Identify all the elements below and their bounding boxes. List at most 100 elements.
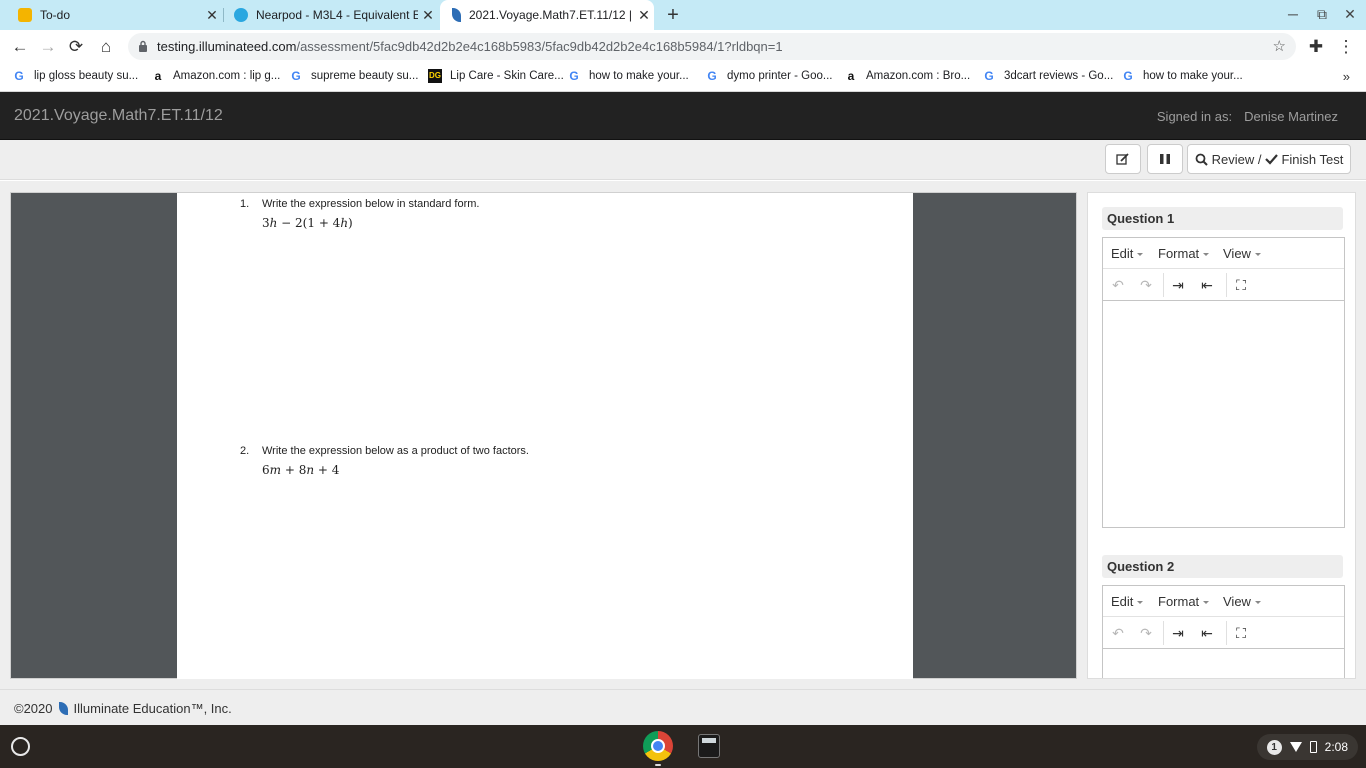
test-toolbar: Review / Finish Test xyxy=(0,140,1366,180)
todo-icon xyxy=(18,8,32,22)
outdent-icon[interactable]: ⇤ xyxy=(1195,623,1219,643)
signed-in-info: Signed in as: Denise Martinez xyxy=(1157,109,1338,124)
finish-label: Finish Test xyxy=(1281,151,1344,167)
new-tab-button[interactable]: + xyxy=(662,4,684,26)
assessment-title: 2021.Voyage.Math7.ET.11/12 xyxy=(14,107,223,124)
wifi-icon xyxy=(1289,742,1302,752)
review-finish-button[interactable]: Review / Finish Test xyxy=(1187,144,1351,174)
forward-icon[interactable]: → xyxy=(36,35,60,59)
close-icon[interactable]: ✕ xyxy=(634,7,654,24)
toolbar-divider xyxy=(1226,273,1227,297)
outdent-icon[interactable]: ⇤ xyxy=(1195,275,1219,295)
fullscreen-icon[interactable]: ⛶ xyxy=(1229,623,1253,643)
clock: 2:08 xyxy=(1324,740,1348,754)
undo-icon[interactable]: ↶ xyxy=(1106,623,1130,643)
question-1-editor: Edit Format View ↶ ↷ ⇥ ⇤ ⛶ xyxy=(1102,237,1345,528)
url-path: /assessment/5fac9db42d2b2e4c168b5983/5fa… xyxy=(296,39,783,54)
signed-in-label: Signed in as: xyxy=(1156,109,1233,124)
bookmarks-bar: Glip gloss beauty su... a Amazon.com : li… xyxy=(0,63,1366,92)
company-name: Illuminate Education™, Inc. xyxy=(73,701,232,716)
bookmark-item[interactable]: G 3dcart reviews - Go... xyxy=(982,69,1113,83)
running-indicator xyxy=(655,764,661,766)
indent-icon[interactable]: ⇥ xyxy=(1166,275,1190,295)
minimize-icon[interactable]: ─ xyxy=(1281,6,1305,22)
bookmark-label: how to make your... xyxy=(1143,70,1243,82)
bookmark-label: lip gloss beauty su... xyxy=(34,70,139,82)
copyright: ©2020 Illuminate Education™, Inc. xyxy=(14,701,232,716)
bookmark-item[interactable]: a Amazon.com : Bro... xyxy=(844,69,971,83)
close-icon[interactable]: ✕ xyxy=(418,7,438,24)
bookmark-item[interactable]: Gdymo printer - Goo... xyxy=(705,69,832,83)
url-host: testing.illuminateed.com xyxy=(157,39,297,54)
tab-label: Nearpod - M3L4 - Equivalent Exp xyxy=(256,8,418,22)
more-bookmarks-icon[interactable]: » xyxy=(1343,69,1350,84)
bookmark-star-icon[interactable]: ☆ xyxy=(1273,37,1286,55)
question-2-editor: Edit Format View ↶ ↷ ⇥ ⇤ ⛶ xyxy=(1102,585,1345,678)
copyright-year: ©2020 xyxy=(14,701,53,716)
format-menu[interactable]: Format xyxy=(1158,594,1210,609)
caret-down-icon xyxy=(1137,601,1144,605)
question-number: 1. xyxy=(240,198,250,210)
toolbar-divider xyxy=(1163,273,1164,297)
google-icon: G xyxy=(984,69,994,83)
tab-todo[interactable]: To-do ✕ xyxy=(0,0,222,30)
menu-icon[interactable]: ⋮ xyxy=(1334,35,1358,59)
home-icon[interactable]: ⌂ xyxy=(94,35,118,59)
nearpod-icon xyxy=(234,8,248,22)
edit-button[interactable] xyxy=(1105,144,1141,174)
google-icon: G xyxy=(1123,69,1133,83)
question-2-heading: Question 2 xyxy=(1102,555,1343,578)
google-icon: G xyxy=(291,69,301,83)
format-menu[interactable]: Format xyxy=(1158,246,1210,261)
bookmark-item[interactable]: DG Lip Care - Skin Care... xyxy=(428,69,564,83)
back-icon[interactable]: ← xyxy=(8,35,32,59)
reload-icon[interactable]: ⟳ xyxy=(64,35,88,59)
restore-icon[interactable]: ⧉ xyxy=(1310,6,1334,23)
bookmark-item[interactable]: a Amazon.com : lip g... xyxy=(151,69,281,83)
bookmark-item[interactable]: Ghow to make your... xyxy=(1121,69,1243,83)
toolbar-divider xyxy=(1226,621,1227,645)
bookmark-item[interactable]: Gsupreme beauty su... xyxy=(289,69,418,83)
bookmark-item[interactable]: Ghow to make your... xyxy=(567,69,688,83)
close-window-icon[interactable]: ✕ xyxy=(1338,6,1362,23)
os-shelf: 1 2:08 xyxy=(0,725,1366,768)
pause-button[interactable] xyxy=(1147,144,1183,174)
user-name: Denise Martinez xyxy=(1244,109,1338,124)
status-tray[interactable]: 1 2:08 xyxy=(1256,734,1358,760)
calculator-icon[interactable] xyxy=(698,734,720,758)
indent-icon[interactable]: ⇥ xyxy=(1166,623,1190,643)
tab-nearpod[interactable]: Nearpod - M3L4 - Equivalent Exp ✕ xyxy=(224,0,438,30)
app-header: 2021.Voyage.Math7.ET.11/12 Signed in as:… xyxy=(0,92,1366,140)
fullscreen-icon[interactable]: ⛶ xyxy=(1229,275,1253,295)
page-footer: ©2020 Illuminate Education™, Inc. xyxy=(0,689,1366,725)
caret-down-icon xyxy=(1254,253,1261,257)
extensions-icon[interactable]: ✚ xyxy=(1304,35,1328,59)
editor-menubar: Edit Format View xyxy=(1103,586,1344,617)
address-bar[interactable]: testing.illuminateed.com/assessment/5fac… xyxy=(128,33,1296,60)
question-2-answer-area[interactable] xyxy=(1103,649,1344,678)
dollar-general-icon: DG xyxy=(428,69,442,83)
edit-menu[interactable]: Edit xyxy=(1111,594,1144,609)
toolbar-divider xyxy=(1163,621,1164,645)
undo-icon[interactable]: ↶ xyxy=(1106,275,1130,295)
view-menu[interactable]: View xyxy=(1223,246,1261,261)
question-1-answer-area[interactable] xyxy=(1103,301,1344,527)
bookmark-label: supreme beauty su... xyxy=(311,70,419,82)
lock-icon xyxy=(139,40,147,52)
question-1-heading: Question 1 xyxy=(1102,207,1343,230)
redo-icon[interactable]: ↷ xyxy=(1134,623,1158,643)
bookmark-label: Amazon.com : lip g... xyxy=(173,70,281,82)
redo-icon[interactable]: ↷ xyxy=(1134,275,1158,295)
bookmark-item[interactable]: Glip gloss beauty su... xyxy=(12,69,138,83)
answer-panel: Question 1 Edit Format View ↶ ↷ ⇥ ⇤ ⛶ Qu… xyxy=(1087,192,1356,679)
chrome-icon[interactable] xyxy=(643,731,673,761)
edit-menu[interactable]: Edit xyxy=(1111,246,1144,261)
pdf-viewer[interactable]: 1. Write the expression below in standar… xyxy=(10,192,1077,679)
launcher-icon[interactable] xyxy=(11,737,30,756)
bookmark-label: Lip Care - Skin Care... xyxy=(450,70,564,82)
view-menu[interactable]: View xyxy=(1223,594,1261,609)
close-icon[interactable]: ✕ xyxy=(202,7,222,24)
tab-assessment[interactable]: 2021.Voyage.Math7.ET.11/12 | I ✕ xyxy=(440,0,654,30)
browser-toolbar: ← → ⟳ ⌂ testing.illuminateed.com/assessm… xyxy=(0,30,1366,63)
question-expression: 3ℎ − 2(1 + 4ℎ) xyxy=(262,216,353,230)
